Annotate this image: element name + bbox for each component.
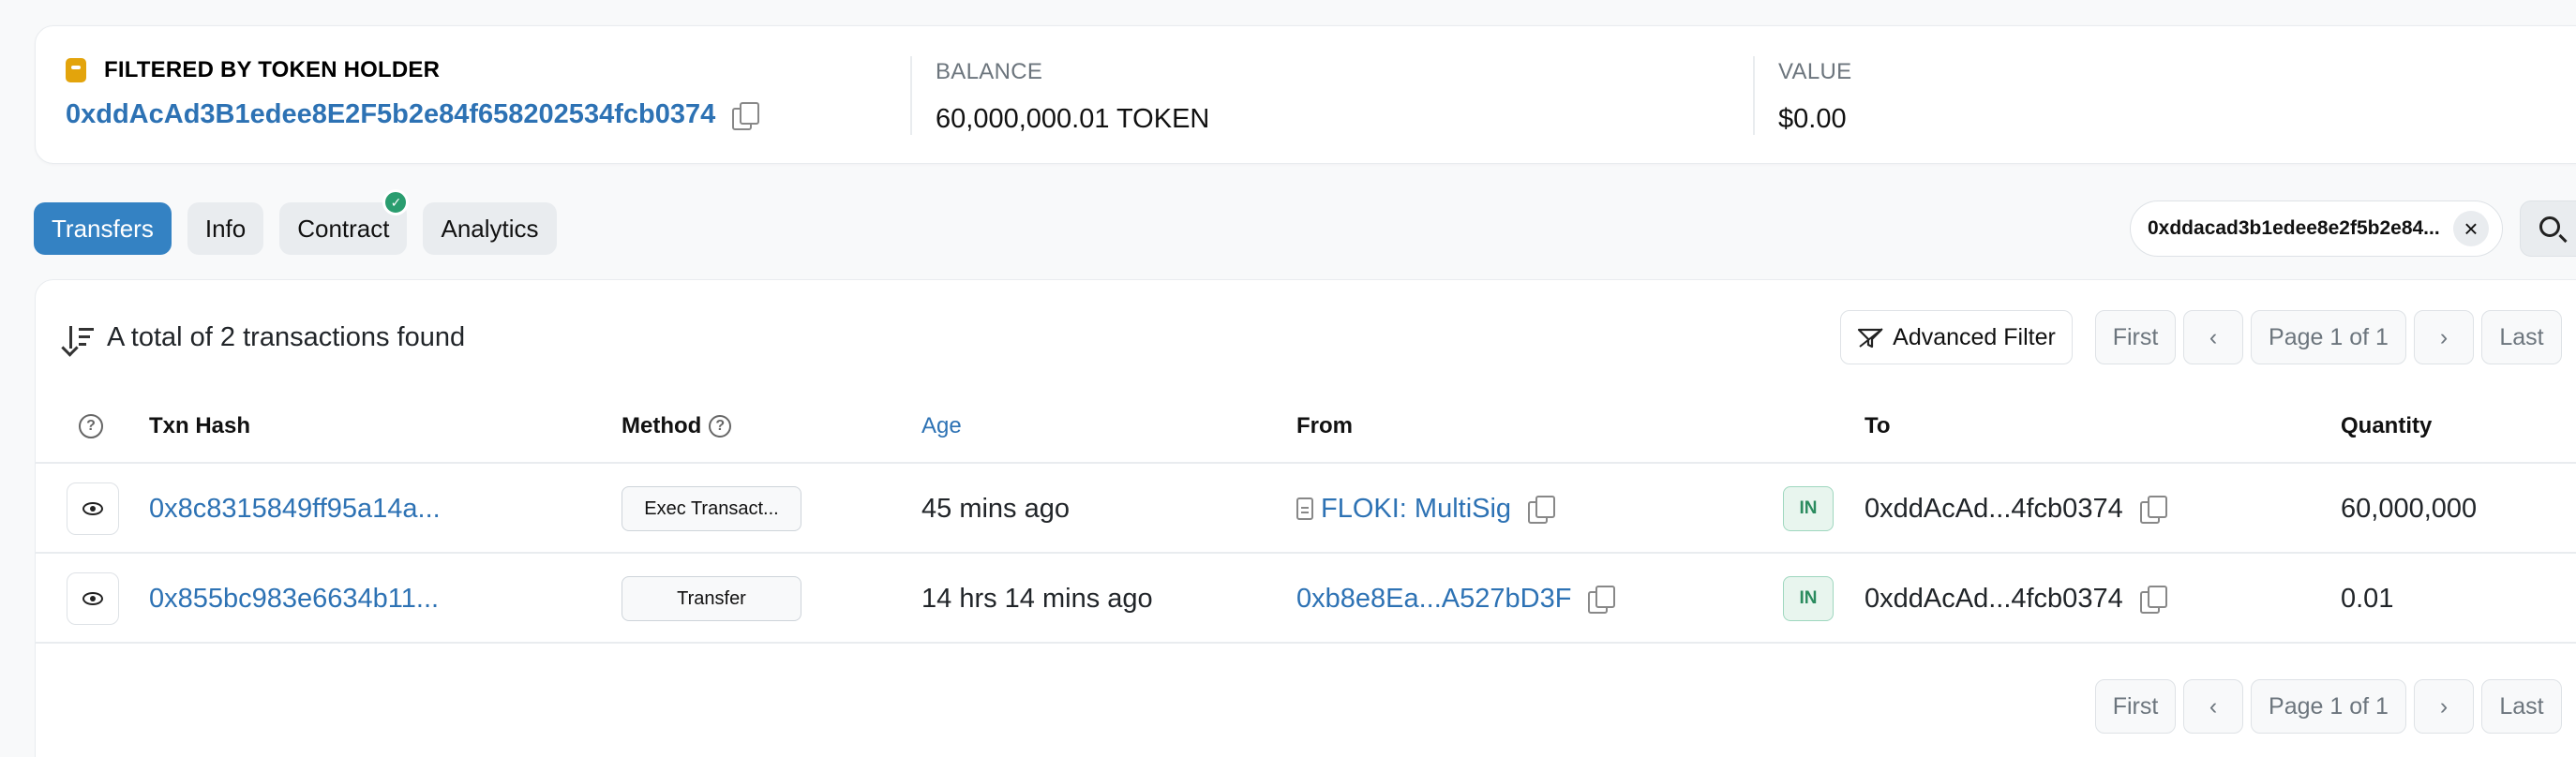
sort-icon[interactable]: [66, 324, 97, 352]
table-row: 0x855bc983e6634b11... Transfer 14 hrs 14…: [36, 554, 2576, 644]
search-icon: [2539, 216, 2560, 237]
to-cell: 0xddAcAd...4fcb0374: [1865, 554, 2167, 644]
prev-page-button[interactable]: ‹: [2183, 310, 2243, 364]
tag-icon: [66, 58, 86, 82]
view-details-button[interactable]: [67, 572, 119, 625]
contract-doc-icon: [1296, 497, 1313, 520]
quantity-value: 60,000,000: [2341, 493, 2478, 524]
chevron-left-icon: ‹: [2209, 692, 2218, 720]
address-filter-chip[interactable]: 0xddacad3b1edee8e2f5b2e84... ×: [2130, 200, 2503, 257]
header-method: Method ?: [622, 389, 732, 464]
chevron-right-icon: ›: [2439, 323, 2449, 350]
copy-icon[interactable]: [1588, 586, 1616, 614]
value-label: VALUE: [1778, 59, 1852, 84]
chevron-right-icon: ›: [2439, 692, 2449, 720]
prev-page-button[interactable]: ‹: [2183, 679, 2243, 734]
to-address: 0xddAcAd...4fcb0374: [1865, 583, 2123, 614]
last-page-button[interactable]: Last: [2481, 310, 2562, 364]
tab-info[interactable]: Info: [187, 202, 264, 255]
from-cell: FLOKI: MultiSig: [1296, 464, 1556, 554]
advanced-filter-button[interactable]: Advanced Filter: [1840, 310, 2073, 364]
transactions-total-text: A total of 2 transactions found: [107, 322, 466, 352]
copy-icon[interactable]: [1528, 496, 1556, 524]
filter-label-text: FILTERED BY TOKEN HOLDER: [104, 57, 441, 82]
copy-icon[interactable]: [2139, 586, 2167, 614]
pagination-bottom: First ‹ Page 1 of 1 › Last: [2095, 679, 2562, 734]
tab-contract[interactable]: Contract ✓: [279, 189, 410, 255]
value-column: VALUE $0.00: [1753, 56, 1851, 135]
token-holder-page: FILTERED BY TOKEN HOLDER 0xddAcAd3B1edee…: [0, 0, 2576, 757]
balance-label: BALANCE: [936, 59, 1043, 84]
view-details-button[interactable]: [67, 482, 119, 535]
method-badge: Exec Transact...: [622, 486, 801, 531]
verified-check-icon: ✓: [382, 189, 410, 215]
tab-analytics[interactable]: Analytics: [423, 202, 557, 255]
copy-icon[interactable]: [732, 101, 760, 130]
page-indicator: Page 1 of 1: [2251, 679, 2406, 734]
filter-label: FILTERED BY TOKEN HOLDER: [66, 57, 440, 83]
holder-address-link[interactable]: 0xddAcAd3B1edee8E2F5b2e84f658202534fcb03…: [66, 99, 715, 130]
header-quantity: Quantity: [2341, 413, 2433, 438]
address-filter-value: 0xddacad3b1edee8e2f5b2e84...: [2148, 217, 2440, 239]
method-badge: Transfer: [622, 576, 801, 621]
last-page-button[interactable]: Last: [2481, 679, 2562, 734]
search-button[interactable]: [2520, 200, 2576, 257]
table-header: ? Txn Hash Method ? Age From To Quantity: [36, 389, 2576, 464]
header-txn-hash: Txn Hash: [149, 413, 251, 438]
tab-transfers[interactable]: Transfers: [34, 202, 172, 255]
next-page-button[interactable]: ›: [2414, 679, 2474, 734]
header-from: From: [1296, 413, 1353, 438]
from-address-link[interactable]: 0xb8e8Ea...A527bD3F: [1296, 584, 1571, 615]
txn-hash-link[interactable]: 0x855bc983e6634b11...: [149, 554, 439, 644]
to-address: 0xddAcAd...4fcb0374: [1865, 493, 2123, 524]
tab-bar: Transfers Info Contract ✓ Analytics: [34, 189, 557, 255]
transactions-total: A total of 2 transactions found: [66, 322, 465, 353]
eye-icon: [82, 502, 103, 515]
next-page-button[interactable]: ›: [2414, 310, 2474, 364]
balance-value: 60,000,000.01 TOKEN: [936, 104, 1210, 134]
from-cell: 0xb8e8Ea...A527bD3F: [1296, 554, 1616, 644]
holder-address-row: 0xddAcAd3B1edee8E2F5b2e84f658202534fcb03…: [66, 99, 760, 130]
txn-hash-link[interactable]: 0x8c8315849ff95a14a...: [149, 464, 441, 554]
first-page-button[interactable]: First: [2095, 310, 2176, 364]
eye-icon: [82, 592, 103, 605]
to-cell: 0xddAcAd...4fcb0374: [1865, 464, 2167, 554]
table-row: 0x8c8315849ff95a14a... Exec Transact... …: [36, 464, 2576, 554]
header-age[interactable]: Age: [921, 389, 962, 464]
transfers-table-card: A total of 2 transactions found Advanced…: [35, 279, 2576, 757]
header-to: To: [1865, 413, 1891, 438]
tab-contract-label: Contract: [297, 214, 390, 243]
first-page-button[interactable]: First: [2095, 679, 2176, 734]
copy-icon[interactable]: [2139, 496, 2167, 524]
chevron-left-icon: ‹: [2209, 323, 2218, 350]
page-indicator: Page 1 of 1: [2251, 310, 2406, 364]
pagination-top: First ‹ Page 1 of 1 › Last: [2095, 310, 2562, 364]
direction-badge: IN: [1783, 486, 1834, 531]
quantity-value: 0.01: [2341, 583, 2394, 614]
direction-badge: IN: [1783, 576, 1834, 621]
age-value: 14 hrs 14 mins ago: [921, 583, 1153, 614]
close-icon[interactable]: ×: [2453, 211, 2489, 246]
header-method-label: Method: [622, 413, 702, 438]
filter-icon: [1857, 327, 1885, 349]
from-address-link[interactable]: FLOKI: MultiSig: [1321, 494, 1511, 525]
advanced-filter-label: Advanced Filter: [1893, 323, 2056, 350]
value-amount: $0.00: [1778, 104, 1847, 134]
age-value: 45 mins ago: [921, 493, 1070, 524]
balance-column: BALANCE 60,000,000.01 TOKEN: [910, 56, 1209, 135]
help-icon[interactable]: ?: [79, 389, 103, 464]
holder-summary-card: FILTERED BY TOKEN HOLDER 0xddAcAd3B1edee…: [35, 25, 2576, 164]
method-help-icon[interactable]: ?: [709, 415, 732, 438]
